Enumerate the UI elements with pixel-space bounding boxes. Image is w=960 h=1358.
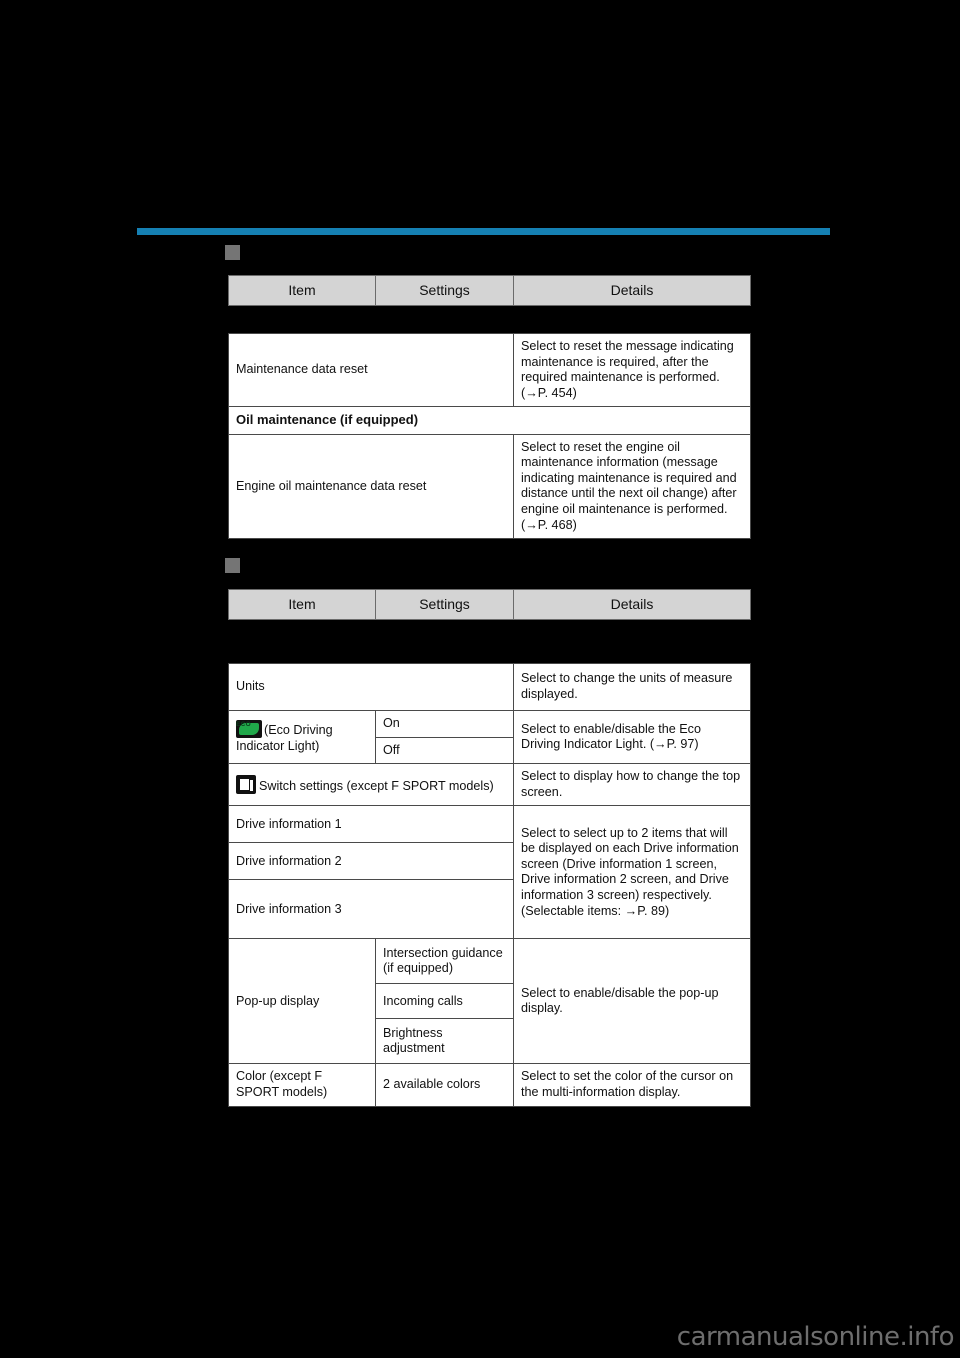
table-row: Switch settings (except F SPORT models) … [227,763,752,807]
row-details-eco-driving-indicator-light: Select to enable/disable the Eco Driving… [513,709,752,765]
column-header-settings: Settings [375,274,514,307]
row-details-switch-settings: Select to display how to change the top … [513,763,752,807]
row-item-drive-information-1: Drive information 1 [227,805,515,844]
row-details-drive-information: Select to select up to 2 items that will… [513,805,752,940]
section-marker-1 [225,245,240,260]
setting-option-intersection-guidance[interactable]: Intersection guidance (if equipped) [374,938,515,985]
table-row: Pop-up display Intersection guidance (if… [228,938,752,1065]
table-2-body: Units Select to change the units of meas… [227,663,752,1107]
setting-option-brightness-adjustment[interactable]: Brightness adjustment [374,1018,515,1065]
row-item-switch-settings: Switch settings (except F SPORT models) [227,763,515,807]
column-header-item: Item [228,274,376,307]
table-row: ECO (Eco Driving Indicator Light) On Sel… [228,709,752,765]
setting-option-off[interactable]: Off [374,736,515,765]
setting-option-on[interactable]: On [374,710,515,738]
row-item-engine-oil-maintenance-data-reset: Engine oil maintenance data reset [228,433,514,540]
site-watermark: carmanualsonline.info [676,1322,955,1352]
table-row: Units Select to change the units of meas… [227,663,752,711]
table-subheading-row: Oil maintenance (if equipped) [228,406,751,435]
column-header-settings: Settings [375,588,514,621]
table-header-row: Item Settings Details [228,274,751,307]
row-item-eco-driving-indicator-light: ECO (Eco Driving Indicator Light) [228,709,376,765]
column-header-details: Details [513,588,751,621]
section-marker-2 [225,558,240,573]
row-item-maintenance-data-reset: Maintenance data reset [228,332,514,408]
column-header-details: Details [513,274,751,307]
eco-driving-indicator-icon: ECO [236,720,262,738]
switch-settings-icon [236,775,256,795]
row-item-units: Units [227,663,515,711]
row-details-units: Select to change the units of measure di… [513,663,752,711]
table-header-row: Item Settings Details [228,588,751,621]
row-item-color: Color (except F SPORT models) [228,1063,376,1107]
row-details-color: Select to set the color of the cursor on… [513,1063,752,1107]
column-header-item: Item [228,588,376,621]
table-row: Drive information 1 Select to select up … [227,805,752,940]
document-page: Item Settings Details Maintenance data r… [0,0,960,1358]
table-2-header: Item Settings Details [228,588,751,621]
table-row: Color (except F SPORT models) 2 availabl… [228,1063,752,1107]
row-item-pop-up-display: Pop-up display [228,938,376,1065]
subheading-oil-maintenance: Oil maintenance (if equipped) [228,406,751,435]
row-details-maintenance-data-reset: Select to reset the message indicating m… [513,332,751,408]
row-details-engine-oil-maintenance-data-reset: Select to reset the engine oil maintenan… [513,433,751,540]
table-1-body: Maintenance data reset Select to reset t… [228,332,751,540]
row-item-drive-information-2: Drive information 2 [227,842,515,881]
table-1-header: Item Settings Details [228,274,751,307]
row-item-drive-information-3: Drive information 3 [227,879,515,940]
table-row: Maintenance data reset Select to reset t… [228,332,751,408]
table-row: Engine oil maintenance data reset Select… [228,433,751,540]
row-details-pop-up-display: Select to enable/disable the pop-up disp… [513,938,752,1065]
setting-option-incoming-calls[interactable]: Incoming calls [374,983,515,1020]
row-item-switch-settings-label: Switch settings (except F SPORT models) [259,779,494,794]
section-divider-rule [137,228,830,235]
row-settings-color[interactable]: 2 available colors [374,1063,515,1107]
